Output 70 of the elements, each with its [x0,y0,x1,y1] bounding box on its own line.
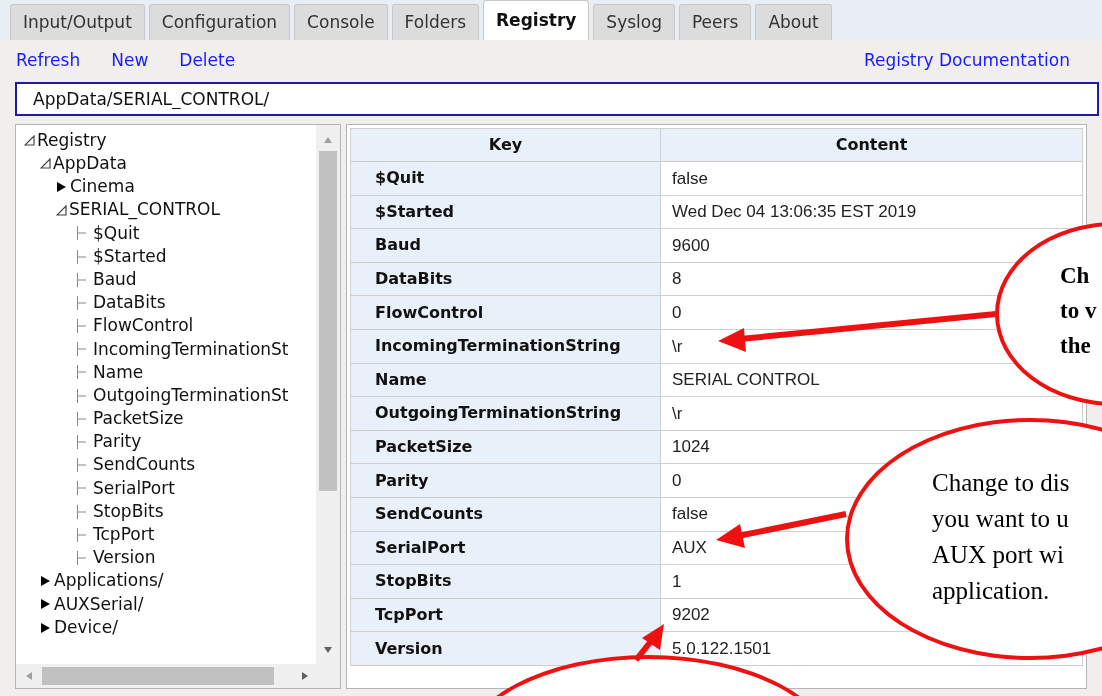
key-cell: SendCounts [351,497,661,532]
tree-branch-icon [76,504,87,519]
tree-branch-icon [76,249,87,264]
expanded-triangle-icon[interactable] [24,135,35,147]
tree-item[interactable]: PacketSize [93,406,184,432]
tree-item[interactable]: FlowControl [93,313,194,339]
key-cell: IncomingTerminationString [351,329,661,364]
tab[interactable]: Peers [678,4,752,40]
tree-item[interactable]: TcpPort [93,522,155,548]
tab[interactable]: Input/Output [10,4,145,40]
tree-branch-icon [76,388,87,403]
tree-item[interactable]: AppData [53,151,127,177]
tree-item[interactable]: Version [93,545,156,571]
tree-item[interactable]: DataBits [93,290,166,316]
tree-item[interactable]: Parity [93,429,142,455]
tree-branch-icon [76,319,87,334]
expanded-triangle-icon[interactable] [40,158,51,170]
tab[interactable]: Folders [391,4,479,40]
arrow [633,624,664,662]
key-cell: SerialPort [351,531,661,566]
key-cell: Parity [351,464,661,498]
column-header: Key [351,129,661,162]
collapsed-triangle-icon[interactable] [40,621,51,634]
key-cell: DataBits [351,262,661,297]
collapsed-triangle-icon[interactable] [40,598,51,611]
tree-branch-icon [76,411,87,426]
tab[interactable]: Configuration [148,4,291,40]
key-cell: PacketSize [351,430,661,465]
column-header: Content [661,129,1083,162]
path-field[interactable]: AppData/SERIAL_CONTROL/ [15,82,1099,116]
collapsed-triangle-icon[interactable] [40,575,51,588]
callout-text: Ch to v the [1060,262,1097,360]
key-cell: $Quit [351,162,661,196]
expanded-triangle-icon[interactable] [56,204,67,216]
tree-item[interactable]: Registry [37,127,107,154]
tab[interactable]: Syslog [593,4,675,40]
tree-branch-icon [76,481,87,496]
content-cell: false [661,162,1083,196]
tree-branch-icon [76,272,87,287]
tab[interactable]: About [755,4,832,40]
key-cell: OutgoingTerminationString [351,397,661,431]
key-cell: Version [351,632,661,666]
tree-branch-icon [76,226,87,241]
tree-branch-icon [76,458,87,473]
content-cell: Wed Dec 04 13:06:35 EST 2019 [661,195,1083,230]
tree-branch-icon [76,550,87,565]
key-cell: FlowControl [351,296,661,330]
key-cell: StopBits [351,565,661,599]
tree-item[interactable]: SendCounts [93,452,196,478]
key-cell: $Started [351,195,661,230]
tree-item[interactable]: SERIAL_CONTROL [69,197,220,223]
tree-item[interactable]: Cinema [70,174,135,200]
collapsed-triangle-icon[interactable] [56,180,67,193]
documentation-link[interactable]: Registry Documentation [863,48,1070,74]
key-cell: Baud [351,229,661,263]
tree-branch-icon [76,295,87,310]
vertical-scrollbar[interactable] [316,125,340,665]
tree-branch-icon [76,365,87,380]
tree-branch-icon [76,527,87,542]
tree-branch-icon [76,342,87,357]
tab[interactable]: Registry [483,0,590,40]
tree-branch-icon [76,435,87,450]
toolbar-link[interactable]: Delete [179,48,236,74]
key-cell: TcpPort [351,598,661,633]
toolbar-link[interactable]: New [111,48,149,74]
tab[interactable]: Console [294,4,388,40]
key-cell: Name [351,363,661,398]
toolbar-link[interactable]: Refresh [16,48,81,74]
tree-item[interactable]: Applications/ [54,568,164,594]
horizontal-scrollbar[interactable] [16,664,340,688]
